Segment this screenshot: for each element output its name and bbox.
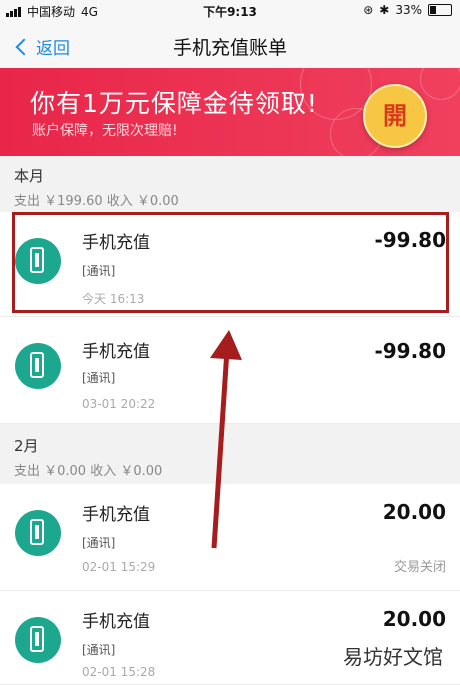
transaction-title: 手机充值 bbox=[82, 505, 150, 525]
transaction-amount: -99.80 bbox=[374, 228, 446, 252]
transaction-time: 03-01 20:22 bbox=[82, 397, 156, 411]
mobile-phone-icon bbox=[15, 510, 61, 556]
banner-decoration bbox=[420, 68, 460, 100]
transaction-category: [通讯] bbox=[82, 536, 116, 550]
mobile-phone-icon bbox=[15, 617, 61, 663]
transaction-row[interactable]: 手机充值 [通讯] 03-01 20:22 -99.80 bbox=[0, 317, 460, 424]
section-month-label: 2月 bbox=[14, 437, 39, 455]
page-title: 手机充值账单 bbox=[172, 37, 287, 59]
transaction-row[interactable]: 手机充值 [通讯] 今天 16:13 -99.80 bbox=[0, 212, 460, 317]
transaction-category: [通讯] bbox=[82, 371, 116, 385]
transaction-amount: -99.80 bbox=[374, 339, 446, 363]
transaction-title: 手机充值 bbox=[82, 612, 150, 632]
bluetooth-icon: ✱ bbox=[379, 3, 390, 17]
watermark-text: 易坊好文馆 bbox=[340, 641, 446, 670]
transaction-status: 交易关闭 bbox=[393, 560, 446, 575]
transaction-time: 02-01 15:28 bbox=[82, 665, 156, 679]
transaction-title: 手机充值 bbox=[82, 233, 150, 253]
transaction-row[interactable]: 手机充值 [通讯] 02-01 15:28 20.00 bbox=[0, 591, 460, 685]
transaction-title: 手机充值 bbox=[82, 342, 150, 362]
navigation-bar: 返回 手机充值账单 bbox=[0, 22, 460, 69]
transaction-time: 今天 16:13 bbox=[82, 292, 145, 306]
rotation-lock-icon: ⊛ bbox=[363, 3, 374, 17]
section-summary: 支出 ￥199.60 收入 ￥0.00 bbox=[14, 194, 179, 209]
transaction-time: 02-01 15:29 bbox=[82, 560, 156, 574]
mobile-phone-icon bbox=[15, 238, 61, 284]
section-month-label: 本月 bbox=[14, 167, 45, 185]
battery-icon bbox=[428, 4, 452, 16]
transaction-category: [通讯] bbox=[82, 264, 116, 278]
banner-subtitle: 账户保障，无限次理赔! bbox=[32, 123, 178, 139]
banner-title: 你有1万元保障金待领取! bbox=[30, 89, 318, 118]
status-bar: 中国移动 4G 下午9:13 ⊛ ✱ 33% bbox=[0, 0, 460, 22]
transaction-amount: 20.00 bbox=[382, 500, 446, 524]
section-summary: 支出 ￥0.00 收入 ￥0.00 bbox=[14, 464, 163, 479]
section-header-february: 2月 支出 ￥0.00 收入 ￥0.00 bbox=[0, 424, 460, 484]
transaction-category: [通讯] bbox=[82, 643, 116, 657]
transaction-row[interactable]: 手机充值 [通讯] 02-01 15:29 20.00 交易关闭 bbox=[0, 484, 460, 591]
section-header-this-month: 本月 支出 ￥199.60 收入 ￥0.00 bbox=[0, 156, 460, 212]
mobile-phone-icon bbox=[15, 343, 61, 389]
open-coin-button[interactable]: 開 bbox=[363, 84, 427, 148]
transaction-amount: 20.00 bbox=[382, 607, 446, 631]
battery-percent: 33% bbox=[395, 3, 422, 17]
